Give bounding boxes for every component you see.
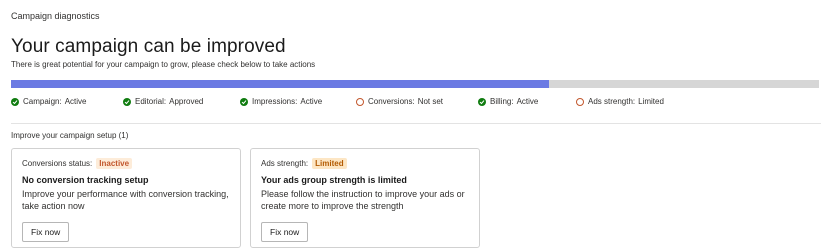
status-item-conversions: Conversions: Not set — [356, 97, 443, 106]
fix-now-button[interactable]: Fix now — [261, 222, 309, 242]
status-row: Campaign: Active Editorial: Approved Imp… — [11, 97, 819, 111]
status-item-ads-strength: Ads strength: Limited — [576, 97, 664, 106]
status-value: Limited — [638, 97, 664, 106]
status-label: Conversions: — [368, 97, 415, 106]
card-heading: Your ads group strength is limited — [261, 175, 407, 185]
status-value: Active — [300, 97, 323, 106]
status-badge: Limited — [312, 158, 347, 169]
warning-circle-icon — [356, 97, 364, 106]
check-circle-icon — [11, 97, 19, 106]
page-title: Your campaign can be improved — [11, 36, 286, 57]
status-value: Approved — [169, 97, 204, 106]
warning-circle-icon — [576, 97, 584, 106]
status-label: Campaign: — [23, 97, 62, 106]
section-title: Improve your campaign setup (1) — [11, 131, 129, 140]
status-value: Active — [516, 97, 539, 106]
progress-bar-fill — [11, 80, 550, 88]
status-badge: Inactive — [96, 158, 133, 169]
card-status: Conversions status: Inactive — [22, 158, 133, 169]
check-circle-icon — [123, 97, 131, 106]
status-item-campaign: Campaign: Active — [11, 97, 86, 106]
recommendation-card-conversions: Conversions status: Inactive No conversi… — [11, 148, 241, 248]
card-status-label: Conversions status: — [22, 159, 93, 168]
divider — [11, 123, 821, 124]
status-value: Not set — [417, 97, 444, 106]
recommendation-card-ads-strength: Ads strength: Limited Your ads group str… — [250, 148, 480, 248]
card-body: Please follow the instruction to improve… — [261, 189, 465, 211]
fix-now-button[interactable]: Fix now — [22, 222, 70, 242]
status-value: Active — [64, 97, 87, 106]
check-circle-icon — [240, 97, 248, 106]
status-item-editorial: Editorial: Approved — [123, 97, 203, 106]
breadcrumb: Campaign diagnostics — [11, 11, 100, 21]
status-label: Billing: — [490, 97, 514, 106]
status-label: Ads strength: — [588, 97, 636, 106]
card-body: Improve your performance with conversion… — [22, 189, 229, 211]
status-item-impressions: Impressions: Active — [240, 97, 322, 106]
card-status: Ads strength: Limited — [261, 158, 347, 169]
card-heading: No conversion tracking setup — [22, 175, 149, 185]
card-status-label: Ads strength: — [261, 159, 309, 168]
status-item-billing: Billing: Active — [478, 97, 538, 106]
check-circle-icon — [478, 97, 486, 106]
progress-bar — [11, 80, 819, 88]
page-subtitle: There is great potential for your campai… — [11, 60, 316, 69]
status-label: Editorial: — [135, 97, 167, 106]
status-label: Impressions: — [252, 97, 298, 106]
